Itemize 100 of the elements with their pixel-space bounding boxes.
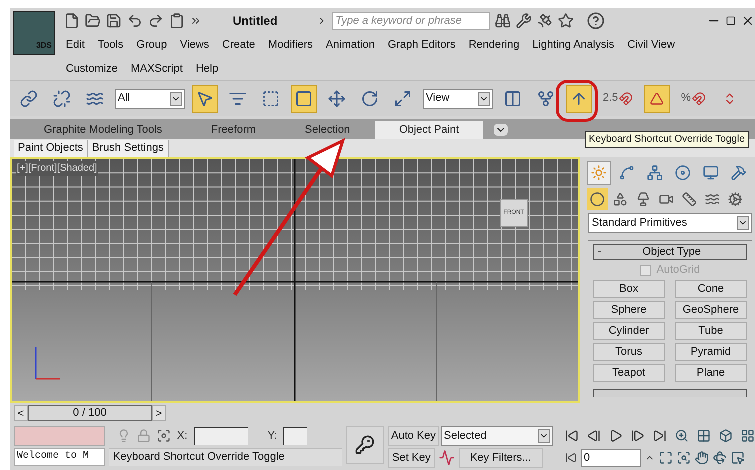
ribbon-tab[interactable]: Freeform (187, 121, 280, 139)
go-to-start-icon[interactable] (565, 429, 579, 443)
lamp-icon (636, 192, 651, 206)
zoom-extents-icon[interactable] (659, 451, 673, 465)
rollout-title: Object Type (642, 244, 702, 260)
checkbox-label: AutoGrid (656, 262, 700, 278)
menu-item[interactable]: Views (180, 36, 210, 54)
curve-icon[interactable] (438, 450, 455, 466)
primitive-button[interactable]: Plane (675, 364, 747, 382)
toolbar-button[interactable] (566, 84, 592, 112)
primitive-type-dropdown[interactable]: Standard Primitives (588, 213, 752, 233)
collapse-toggle[interactable]: - (598, 244, 602, 260)
ribbon-panel-tab[interactable]: Brush Settings (88, 140, 169, 156)
more-icon[interactable] (190, 15, 202, 27)
menu-item[interactable]: Group (136, 36, 168, 54)
primitive-button[interactable]: Pyramid (675, 343, 747, 361)
frame-counter[interactable]: 0 / 100 (28, 405, 152, 421)
rollout-header[interactable]: - Object Type (593, 244, 747, 260)
key-mode-dropdown[interactable]: Selected (441, 426, 553, 446)
waves-icon (705, 192, 720, 206)
move-icon (328, 90, 346, 108)
focus-icon[interactable] (157, 429, 172, 443)
menu-item[interactable]: Customize (66, 60, 118, 78)
ribbon-tab[interactable]: Selection (281, 121, 374, 139)
category-button[interactable] (587, 188, 608, 210)
grid-icon[interactable] (697, 429, 711, 443)
toolbar-button[interactable]: % (677, 84, 710, 112)
toolbar-button[interactable] (644, 84, 670, 112)
toolbar-button[interactable]: 2.5 (599, 84, 638, 112)
y-coordinate-field[interactable] (283, 427, 308, 445)
close-icon[interactable] (741, 14, 755, 28)
primitive-button[interactable]: Teapot (593, 364, 665, 382)
undo-icon[interactable] (127, 13, 143, 29)
go-to-end-icon[interactable] (653, 429, 667, 443)
primitive-button[interactable]: Cylinder (593, 322, 665, 340)
folder-icon[interactable] (85, 13, 101, 29)
menu-item[interactable]: Civil View (628, 36, 676, 54)
cube-icon[interactable] (719, 429, 733, 443)
x-coordinate-field[interactable] (194, 427, 248, 445)
set-key-button[interactable]: Set Key (388, 448, 435, 468)
binoculars-icon[interactable] (494, 13, 511, 29)
primitive-button[interactable]: Cone (675, 280, 747, 298)
ribbon-tab[interactable]: Object Paint (375, 121, 484, 139)
menu-item[interactable]: Lighting Analysis (532, 36, 615, 54)
maximize-icon[interactable] (726, 16, 736, 26)
menu-item[interactable]: Animation (326, 36, 375, 54)
dropdown[interactable]: All (115, 88, 185, 108)
menu-item[interactable]: Edit (66, 36, 85, 54)
ribbon-menu-icon[interactable] (494, 124, 508, 136)
save-icon[interactable] (106, 13, 122, 29)
ribbon-tab[interactable]: Graphite Modeling Tools (20, 121, 186, 139)
satellite-icon[interactable] (536, 13, 553, 29)
shapes-icon (613, 192, 628, 206)
frame-field[interactable]: 0 (581, 449, 641, 467)
menu-item[interactable]: Create (222, 36, 256, 54)
status-prompt: Keyboard Shortcut Override Toggle (109, 448, 342, 466)
magnet-icon (692, 92, 706, 106)
previous-key-icon[interactable] (587, 429, 601, 443)
next-frame-button[interactable]: > (152, 405, 166, 421)
wrench-icon[interactable] (516, 13, 532, 29)
search-field[interactable]: Type a keyword or phrase (332, 12, 490, 30)
sun-icon (591, 165, 607, 181)
new-file-icon[interactable] (64, 13, 80, 29)
layout-icon[interactable] (741, 429, 755, 443)
menu-item[interactable]: Graph Editors (388, 36, 456, 54)
zoom-icon[interactable] (675, 429, 689, 443)
menu-item[interactable]: MAXScript (130, 60, 183, 78)
dropdown[interactable]: View (423, 88, 493, 108)
orbit-icon[interactable] (713, 451, 727, 465)
primitive-button[interactable]: GeoSphere (675, 301, 747, 319)
redo-icon[interactable] (148, 13, 164, 29)
angle-icon (650, 92, 664, 106)
star-icon[interactable] (558, 13, 574, 29)
primitive-button[interactable]: Tube (675, 322, 747, 340)
viewport-label[interactable]: [+][Front][Shaded] (16, 161, 98, 176)
mini-listener-field[interactable] (14, 426, 106, 446)
primitive-button[interactable]: Torus (593, 343, 665, 361)
previous-frame-button[interactable]: < (14, 405, 28, 421)
menu-item[interactable]: Tools (98, 36, 124, 54)
next-key-icon[interactable] (631, 429, 645, 443)
key-mode-button[interactable] (346, 426, 384, 464)
ribbon-panel-tab[interactable]: Paint Objects (14, 140, 88, 156)
toolbar-button[interactable] (291, 84, 317, 112)
collapsed-rollout[interactable] (593, 389, 747, 397)
toolbar-button[interactable] (192, 84, 218, 112)
clipboard-icon[interactable] (169, 13, 185, 29)
pan-icon[interactable] (695, 451, 709, 465)
menu-item[interactable]: Modifiers (268, 36, 314, 54)
menu-item[interactable]: Help (196, 60, 219, 78)
maximize-viewport-icon[interactable] (731, 451, 745, 465)
help-icon[interactable] (586, 12, 605, 30)
zoom-region-icon[interactable] (677, 451, 691, 465)
mini-listener-output[interactable]: Welcome to M (14, 448, 106, 466)
primitive-button[interactable]: Box (593, 280, 665, 298)
key-filters-button[interactable]: Key Filters... (458, 448, 543, 468)
primitive-button[interactable]: Sphere (593, 301, 665, 319)
auto-key-button[interactable]: Auto Key (388, 426, 439, 446)
menu-item[interactable]: Rendering (468, 36, 520, 54)
hammer-icon (731, 165, 747, 181)
play-icon[interactable] (609, 429, 623, 443)
